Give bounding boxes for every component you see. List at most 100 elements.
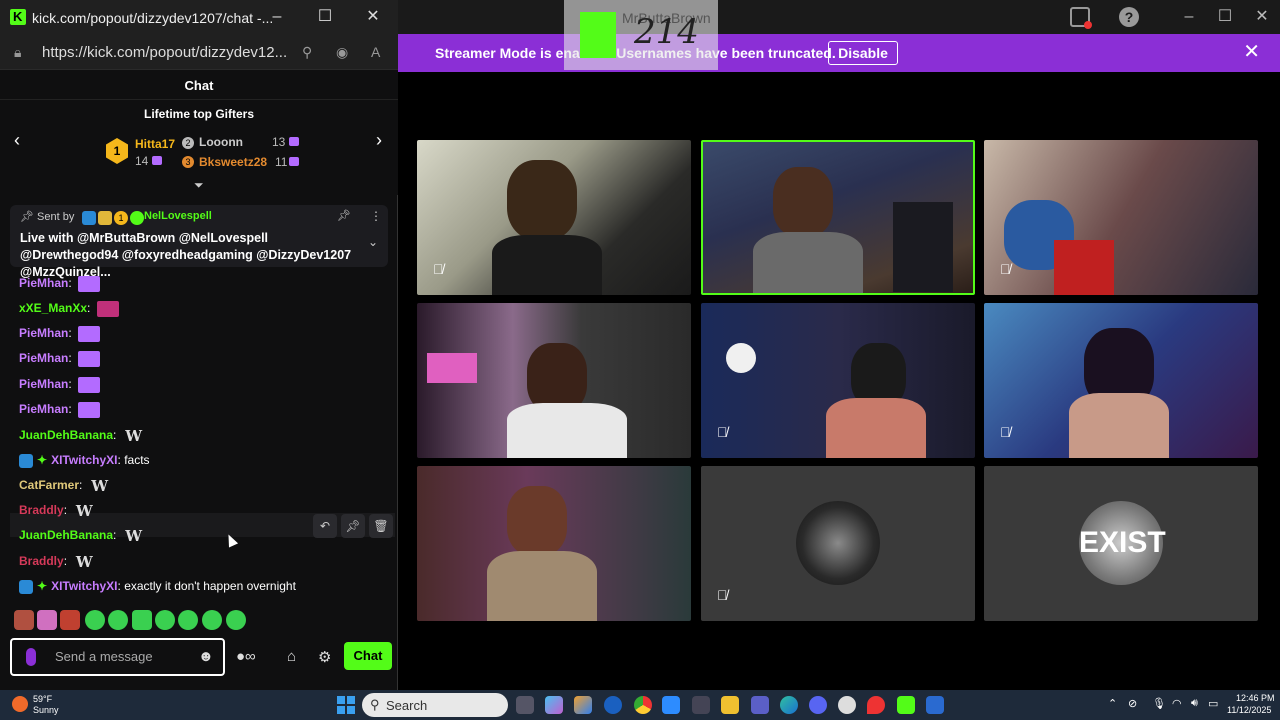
kick-app-icon[interactable] bbox=[897, 696, 915, 714]
chat-username[interactable]: xXE_ManXx bbox=[19, 301, 87, 315]
hp-icon[interactable] bbox=[604, 696, 622, 714]
chat-username[interactable]: PieMhan bbox=[19, 402, 68, 416]
discord-icon[interactable] bbox=[809, 696, 827, 714]
video-tile[interactable]: 🎙̸ bbox=[984, 140, 1258, 295]
app-icon[interactable] bbox=[574, 696, 592, 714]
address-bar[interactable]: 🔒︎ https://kick.com/popout/dizzydev12...… bbox=[0, 34, 398, 70]
chat-username[interactable]: JuanDehBanana bbox=[19, 528, 113, 542]
kick-k-logo bbox=[580, 12, 616, 58]
chat-username[interactable]: PieMhan bbox=[19, 351, 68, 365]
chat-username[interactable]: CatFarmer bbox=[19, 478, 79, 492]
chat-username[interactable]: XITwitchyXI bbox=[51, 579, 117, 593]
video-tile[interactable]: 🎙̸ bbox=[417, 140, 691, 295]
chat-send-button[interactable]: Chat bbox=[344, 642, 392, 670]
emote-icon[interactable] bbox=[60, 610, 80, 630]
disable-button[interactable]: Disable bbox=[828, 41, 898, 65]
gifter-count: 13 bbox=[272, 135, 286, 149]
chat-separator: : bbox=[68, 377, 76, 392]
chrome-icon[interactable] bbox=[634, 696, 652, 714]
chat-window-title: kick.com/popout/dizzydev1207/chat -... bbox=[32, 10, 274, 26]
battery-icon[interactable]: ▭ bbox=[1208, 697, 1218, 710]
store-icon[interactable]: ⌂ bbox=[287, 648, 296, 665]
reply-icon[interactable]: ↶ bbox=[313, 514, 337, 538]
chat-username[interactable]: PieMhan bbox=[19, 326, 68, 340]
chevron-right-icon[interactable]: › bbox=[376, 130, 382, 151]
help-icon[interactable]: ? bbox=[1119, 7, 1139, 27]
chat-username[interactable]: Braddly bbox=[19, 554, 64, 568]
minimize-icon[interactable]: – bbox=[268, 8, 286, 26]
video-tile[interactable]: 🎙̸ bbox=[701, 303, 975, 458]
collapse-arrow-icon[interactable]: ⏷ bbox=[194, 178, 204, 193]
zoom-icon[interactable]: ⚲ bbox=[302, 44, 312, 61]
emote-icon[interactable] bbox=[202, 610, 222, 630]
chat-message: PieMhan: bbox=[19, 402, 101, 418]
video-tile-off[interactable]: EXIST bbox=[984, 466, 1258, 621]
emote-icon[interactable] bbox=[155, 610, 175, 630]
url-text[interactable]: https://kick.com/popout/dizzydev12... bbox=[42, 44, 287, 61]
teams-icon[interactable] bbox=[751, 696, 769, 714]
more-options-icon[interactable]: ⋮ bbox=[370, 209, 382, 223]
video-tile[interactable]: 🎙̸ bbox=[984, 303, 1258, 458]
task-view-icon[interactable] bbox=[516, 696, 534, 714]
maximize-icon[interactable]: ☐ bbox=[316, 8, 334, 26]
chevron-up-icon[interactable]: ⌃ bbox=[1108, 697, 1117, 710]
taskbar-search[interactable]: ⚲ Search bbox=[362, 693, 508, 717]
pin-action-icon[interactable]: 📌︎ bbox=[337, 209, 351, 222]
volume-icon[interactable]: 🔊︎ bbox=[1191, 697, 1198, 710]
video-tile[interactable] bbox=[417, 466, 691, 621]
emote-icon[interactable] bbox=[226, 610, 246, 630]
microphone-icon[interactable] bbox=[26, 648, 36, 666]
obs-icon[interactable] bbox=[838, 696, 856, 714]
chat-username[interactable]: PieMhan bbox=[19, 276, 68, 290]
emote-icon[interactable] bbox=[108, 610, 128, 630]
chat-username[interactable]: PieMhan bbox=[19, 377, 68, 391]
chat-message: Braddly: W bbox=[19, 503, 95, 519]
weather-icon[interactable] bbox=[12, 696, 28, 712]
close-banner-icon[interactable]: ✕ bbox=[1243, 42, 1260, 62]
profile-icon[interactable] bbox=[1070, 7, 1092, 29]
video-tile[interactable] bbox=[417, 303, 691, 458]
maps-pin-icon[interactable] bbox=[867, 696, 885, 714]
minimize-icon[interactable]: – bbox=[1180, 8, 1198, 26]
message-input[interactable]: Send a message ☻ bbox=[10, 638, 225, 676]
chevron-left-icon[interactable]: ‹ bbox=[14, 130, 20, 151]
microphone-tray-icon[interactable]: 🎙︎ bbox=[1152, 697, 1166, 710]
close-icon[interactable]: ✕ bbox=[364, 8, 382, 26]
pinned-username[interactable]: NelLovespell bbox=[144, 210, 212, 222]
chat-message: ✦ XITwitchyXI: exactly it don't happen ov… bbox=[19, 579, 296, 594]
file-explorer-icon[interactable] bbox=[721, 696, 739, 714]
clock-time[interactable]: 12:46 PM bbox=[1236, 693, 1275, 703]
copilot-icon[interactable] bbox=[545, 696, 563, 714]
video-tile-off[interactable]: 🎙̸ bbox=[701, 466, 975, 621]
emote-icon[interactable] bbox=[14, 610, 34, 630]
wifi-icon[interactable]: ◠ bbox=[1172, 697, 1182, 710]
pin-message-icon[interactable]: 📌︎ bbox=[341, 514, 365, 538]
weather-temperature[interactable]: 59°F bbox=[33, 694, 52, 704]
close-icon[interactable]: ✕ bbox=[1253, 8, 1271, 26]
chat-username[interactable]: JuanDehBanana bbox=[19, 428, 113, 442]
app-icon[interactable] bbox=[926, 696, 944, 714]
chat-username[interactable]: Braddly bbox=[19, 503, 64, 517]
maximize-icon[interactable]: ☐ bbox=[1216, 8, 1234, 26]
chevron-down-icon[interactable]: ⌄ bbox=[368, 235, 378, 249]
participant-avatar bbox=[796, 501, 880, 585]
edge-icon[interactable] bbox=[780, 696, 798, 714]
chat-username[interactable]: XITwitchyXI bbox=[51, 453, 117, 467]
read-aloud-icon[interactable]: A bbox=[371, 44, 380, 60]
emoji-picker-icon[interactable]: ☻ bbox=[198, 648, 214, 665]
tracking-icon[interactable]: ◉ bbox=[336, 44, 348, 61]
emote-icon[interactable] bbox=[132, 610, 152, 630]
network-off-icon[interactable]: ⊘ bbox=[1128, 697, 1137, 710]
emote-icon[interactable] bbox=[85, 610, 105, 630]
delete-icon[interactable]: 🗑︎ bbox=[369, 514, 393, 538]
clock-date[interactable]: 11/12/2025 bbox=[1227, 705, 1271, 715]
emote-icon[interactable] bbox=[178, 610, 198, 630]
zoom-app-icon[interactable] bbox=[662, 696, 680, 714]
emote-icon[interactable] bbox=[37, 610, 57, 630]
weather-condition[interactable]: Sunny bbox=[33, 705, 59, 715]
settings-gear-icon[interactable]: ⚙ bbox=[318, 648, 331, 666]
windows-start-icon[interactable] bbox=[337, 696, 355, 714]
store-app-icon[interactable] bbox=[692, 696, 710, 714]
kick-points-icon[interactable]: ●∞ bbox=[236, 648, 256, 665]
video-tile-active[interactable] bbox=[701, 140, 975, 295]
